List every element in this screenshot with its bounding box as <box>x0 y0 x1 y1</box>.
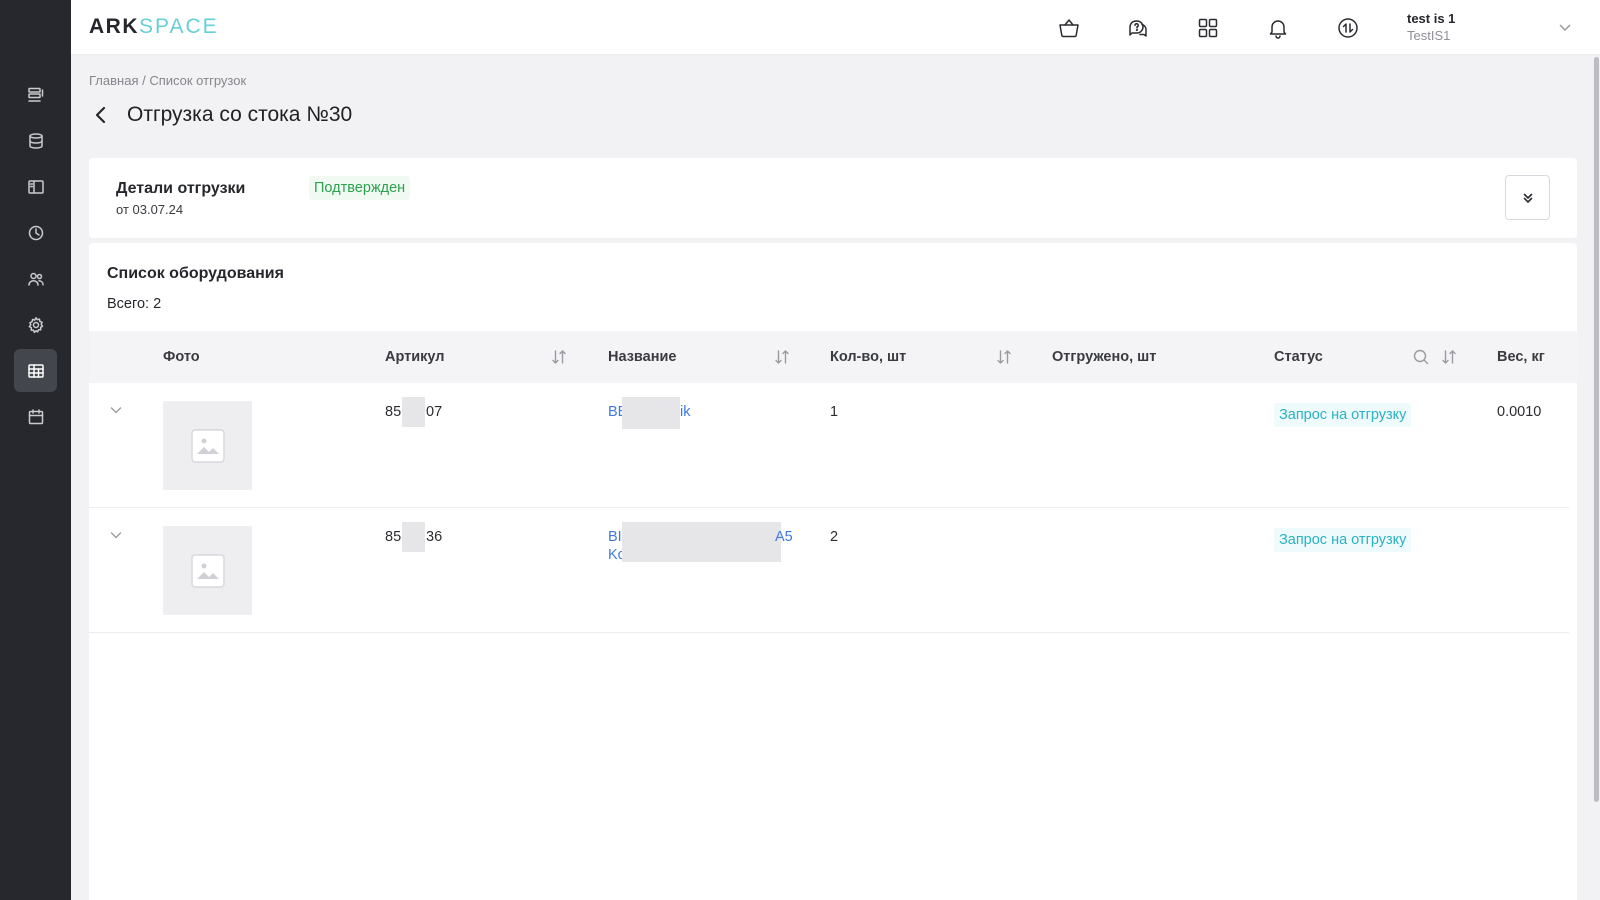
status-badge: Подтвержден <box>309 176 411 200</box>
logo[interactable]: ARK SPACE <box>89 14 219 40</box>
sort-article-button[interactable] <box>550 348 568 366</box>
sidebar-item-history[interactable] <box>14 211 57 254</box>
details-date: от 03.07.24 <box>116 202 184 217</box>
logo-text-bold: ARK <box>89 15 139 38</box>
equipment-total: Всего: 2 <box>107 296 162 312</box>
back-button[interactable] <box>94 104 112 126</box>
weight: 0.0010 <box>1497 404 1542 420</box>
chevron-down-icon <box>110 407 122 414</box>
exchange-button[interactable] <box>1334 14 1362 42</box>
quantity: 2 <box>830 529 839 545</box>
article-start: 85 <box>385 404 402 420</box>
article-end: 07 <box>426 404 443 420</box>
user-name[interactable]: test is 1 <box>1407 11 1455 26</box>
sort-icon <box>997 350 1011 364</box>
chevron-down-icon <box>110 532 122 539</box>
sidebar <box>0 0 71 900</box>
apps-button[interactable] <box>1194 14 1222 42</box>
column-qty: Кол-во, шт <box>830 349 907 365</box>
sidebar-item-users[interactable] <box>14 257 57 300</box>
database-icon <box>28 132 43 149</box>
equipment-list-title: Список оборудования <box>107 265 284 282</box>
sort-status-button[interactable] <box>1440 348 1458 366</box>
chevron-down-icon <box>1559 24 1571 32</box>
row-status-badge: Запрос на отгрузку <box>1274 403 1412 427</box>
article-start: 85 <box>385 529 402 545</box>
scrollbar-thumb[interactable] <box>1594 57 1599 802</box>
sort-icon <box>552 350 566 364</box>
chevron-left-icon <box>95 106 106 124</box>
sidebar-item-layout[interactable] <box>14 165 57 208</box>
filter-status-button[interactable] <box>1412 348 1430 366</box>
details-title: Детали отгрузки <box>116 180 246 197</box>
column-article: Артикул <box>385 349 445 365</box>
support-chat-button[interactable] <box>1124 14 1152 42</box>
gear-icon <box>28 316 43 333</box>
row-expand-toggle[interactable] <box>109 528 123 542</box>
bell-icon <box>1269 20 1287 39</box>
clock-icon <box>28 225 43 240</box>
page-title-row: Отгрузка со стока №30 <box>94 103 352 127</box>
top-header: ARK SPACE test is 1 TestIS1 <box>71 0 1600 55</box>
redacted-area <box>622 522 781 562</box>
sort-name-button[interactable] <box>773 348 791 366</box>
column-photo: Фото <box>163 349 200 365</box>
equipment-name-link-end[interactable]: ik <box>680 403 690 421</box>
notifications-button[interactable] <box>1264 14 1292 42</box>
sidebar-item-list[interactable] <box>14 73 57 116</box>
expand-details-button[interactable] <box>1505 175 1550 220</box>
row-status-badge: Запрос на отгрузку <box>1274 528 1412 552</box>
calendar-icon <box>28 408 43 424</box>
column-shipped: Отгружено, шт <box>1052 349 1157 365</box>
list-icon <box>27 87 43 102</box>
equipment-name-link-start[interactable]: BI <box>608 528 622 546</box>
sort-qty-button[interactable] <box>995 348 1013 366</box>
redacted-area <box>402 522 425 552</box>
table-row[interactable]: 85 07 BE ik 1 Запрос на отгрузку 0.0010 <box>89 383 1569 508</box>
search-icon <box>1413 349 1429 365</box>
users-icon <box>27 272 44 286</box>
image-placeholder-icon <box>190 553 225 588</box>
column-weight: Вес, кг <box>1497 349 1545 365</box>
exchange-icon <box>1338 18 1358 38</box>
sidebar-item-settings[interactable] <box>14 303 57 346</box>
redacted-area <box>622 397 680 429</box>
sort-icon <box>775 350 789 364</box>
layout-icon <box>27 179 44 194</box>
user-menu-toggle[interactable] <box>1557 19 1573 35</box>
sidebar-item-calendar[interactable] <box>14 395 57 438</box>
breadcrumb[interactable]: Главная / Список отгрузок <box>89 73 246 88</box>
page-title: Отгрузка со стока №30 <box>127 103 353 126</box>
column-status: Статус <box>1274 349 1323 365</box>
equipment-list-card: Список оборудования Всего: 2 Фото Артику… <box>89 243 1577 900</box>
user-company[interactable]: TestIS1 <box>1407 28 1450 43</box>
sort-icon <box>1442 350 1456 364</box>
image-placeholder-icon <box>190 428 225 463</box>
apps-grid-icon <box>1198 18 1218 38</box>
equipment-photo-placeholder <box>163 526 252 615</box>
table-header: Фото Артикул Название Кол-во, шт Отгруже… <box>89 331 1577 383</box>
column-name: Название <box>608 349 677 365</box>
shipment-details-card: Детали отгрузки от 03.07.24 Подтвержден <box>89 158 1577 238</box>
article-end: 36 <box>426 529 443 545</box>
table-row[interactable]: 85 36 BI Kc A5 2 Запрос на отгрузку <box>89 508 1569 633</box>
double-chevron-down-icon <box>1523 193 1532 203</box>
page-scrollbar[interactable] <box>1593 55 1600 900</box>
sidebar-item-shipments[interactable] <box>14 349 57 392</box>
logo-text-light: SPACE <box>139 15 219 38</box>
equipment-name-link-end[interactable]: A5 <box>775 528 793 546</box>
redacted-area <box>402 397 425 427</box>
row-expand-toggle[interactable] <box>109 403 123 417</box>
chat-help-icon <box>1129 20 1147 37</box>
quantity: 1 <box>830 404 839 420</box>
equipment-photo-placeholder <box>163 401 252 490</box>
table-icon <box>27 363 44 378</box>
basket-button[interactable] <box>1055 14 1083 42</box>
basket-icon <box>1059 19 1079 38</box>
sidebar-item-database[interactable] <box>14 119 57 162</box>
